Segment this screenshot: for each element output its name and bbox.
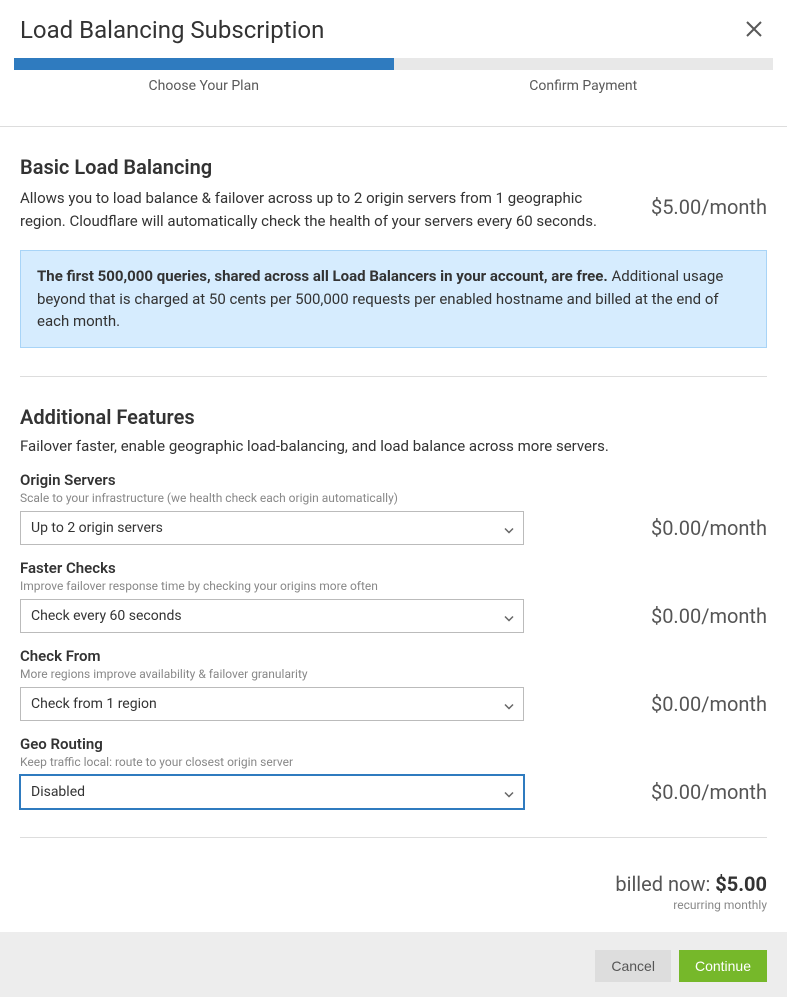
feature-hint: Keep traffic local: route to your closes…	[20, 755, 767, 769]
feature-label: Origin Servers	[20, 471, 767, 489]
feature-row: Up to 2 origin servers $0.00/month	[20, 511, 767, 545]
continue-button[interactable]: Continue	[679, 950, 767, 982]
step-confirm-payment: Confirm Payment	[394, 78, 774, 94]
bottom-divider	[20, 837, 767, 838]
feature-label: Geo Routing	[20, 735, 767, 753]
cancel-button[interactable]: Cancel	[595, 950, 671, 982]
feature-hint: Improve failover response time by checki…	[20, 579, 767, 593]
additional-heading: Additional Features	[20, 405, 767, 429]
modal-content: Basic Load Balancing Allows you to load …	[0, 127, 787, 912]
feature-select-wrap: Disabled	[20, 775, 524, 809]
feature-price: $0.00/month	[651, 516, 767, 540]
steps-row: Choose Your Plan Confirm Payment	[14, 78, 773, 94]
billing-label: billed now:	[615, 872, 715, 896]
feature-select-wrap: Check from 1 region	[20, 687, 524, 721]
modal-header: Load Balancing Subscription	[0, 0, 787, 58]
billing-amount: $5.00	[715, 872, 767, 896]
billing-summary: billed now: $5.00 recurring monthly	[20, 872, 767, 912]
feature-select-wrap: Check every 60 seconds	[20, 599, 524, 633]
section-divider	[20, 376, 767, 377]
feature-row: Disabled $0.00/month	[20, 775, 767, 809]
close-icon	[745, 20, 763, 38]
close-button[interactable]	[741, 18, 767, 42]
feature-label: Faster Checks	[20, 559, 767, 577]
modal-title: Load Balancing Subscription	[20, 16, 324, 44]
feature-select[interactable]: Check from 1 region	[20, 687, 524, 721]
feature-row: Check every 60 seconds $0.00/month	[20, 599, 767, 633]
feature-price: $0.00/month	[651, 692, 767, 716]
basic-price: $5.00/month	[651, 187, 767, 219]
feature-block: Origin Servers Scale to your infrastructu…	[20, 471, 767, 545]
additional-desc: Failover faster, enable geographic load-…	[20, 437, 767, 455]
billing-sub: recurring monthly	[20, 898, 767, 912]
feature-block: Check From More regions improve availabil…	[20, 647, 767, 721]
feature-select[interactable]: Check every 60 seconds	[20, 599, 524, 633]
modal-footer: Cancel Continue	[0, 932, 787, 997]
feature-select[interactable]: Disabled	[20, 775, 524, 809]
step-choose-plan: Choose Your Plan	[14, 78, 394, 94]
basic-plan-row: Allows you to load balance & failover ac…	[20, 187, 767, 232]
feature-select[interactable]: Up to 2 origin servers	[20, 511, 524, 545]
feature-block: Geo Routing Keep traffic local: route to …	[20, 735, 767, 809]
progress-fill	[14, 58, 394, 70]
info-bold: The first 500,000 queries, shared across…	[37, 267, 608, 285]
feature-select-wrap: Up to 2 origin servers	[20, 511, 524, 545]
feature-price: $0.00/month	[651, 604, 767, 628]
feature-block: Faster Checks Improve failover response t…	[20, 559, 767, 633]
basic-heading: Basic Load Balancing	[20, 155, 767, 179]
subscription-modal: Load Balancing Subscription Choose Your …	[0, 0, 787, 997]
feature-price: $0.00/month	[651, 780, 767, 804]
feature-hint: More regions improve availability & fail…	[20, 667, 767, 681]
progress-bar	[14, 58, 773, 70]
feature-row: Check from 1 region $0.00/month	[20, 687, 767, 721]
basic-desc: Allows you to load balance & failover ac…	[20, 187, 623, 232]
feature-hint: Scale to your infrastructure (we health …	[20, 491, 767, 505]
progress-section: Choose Your Plan Confirm Payment	[0, 58, 787, 104]
feature-label: Check From	[20, 647, 767, 665]
info-callout: The first 500,000 queries, shared across…	[20, 250, 767, 348]
